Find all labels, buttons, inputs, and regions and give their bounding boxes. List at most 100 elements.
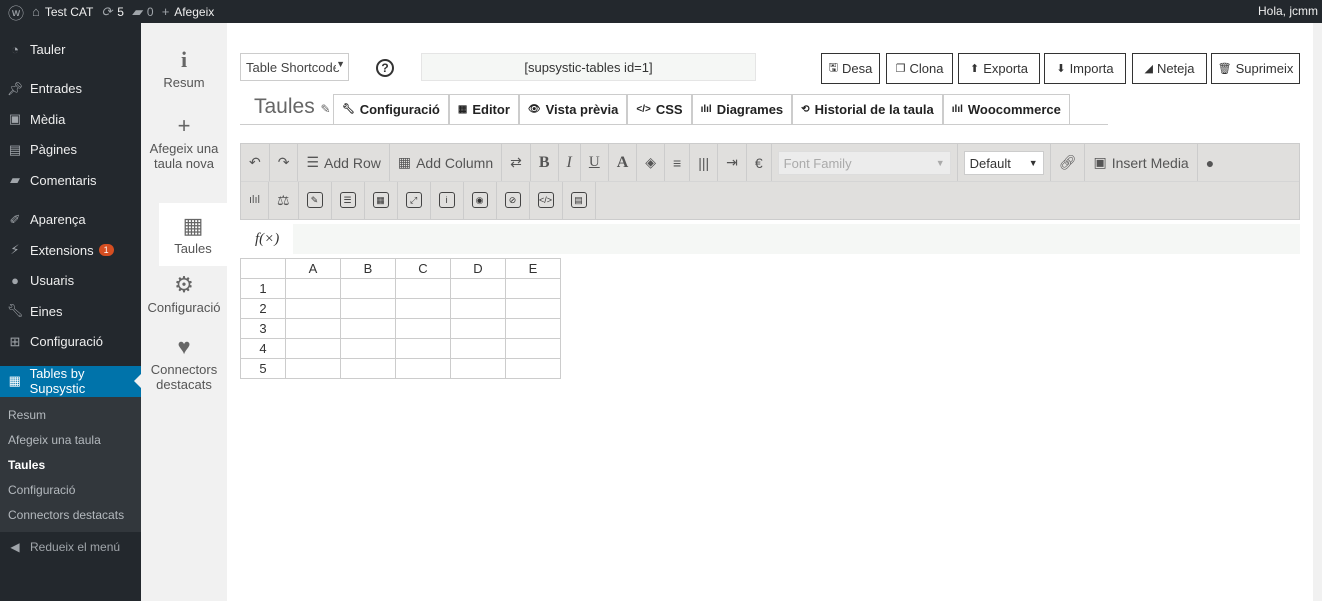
tab-2[interactable]: 👁︎ Vista prèvia <box>518 94 628 124</box>
user-greeting[interactable]: Hola, jcmm <box>1258 4 1318 18</box>
formula-input[interactable] <box>293 224 1300 254</box>
shortcode-select[interactable]: Table Shortcode ▼ <box>240 53 349 81</box>
help-icon[interactable]: ? <box>376 59 394 77</box>
submenu-item[interactable]: Afegeix una taula <box>0 427 141 452</box>
clona-button[interactable]: ❐ Clona <box>886 53 953 84</box>
grid-cell[interactable] <box>505 358 561 379</box>
grid-cell[interactable] <box>450 278 506 299</box>
row-header[interactable]: 4 <box>240 338 286 359</box>
grid-cell[interactable] <box>450 318 506 339</box>
row-header[interactable]: 1 <box>240 278 286 299</box>
sidebar-item-2[interactable]: ▣ Mèdia <box>0 104 141 135</box>
updates-link[interactable]: ⟳ 5 <box>101 4 124 20</box>
grid-cell[interactable] <box>505 298 561 319</box>
sidebar-item-7[interactable]: ● Usuaris <box>0 266 141 297</box>
tab-4[interactable]: ılıl Diagrames <box>691 94 793 124</box>
add-new-link[interactable]: + Afegeix <box>162 4 215 19</box>
bold-button[interactable]: B <box>531 144 559 181</box>
comment-icon[interactable]: ● <box>1198 144 1222 181</box>
tab-3[interactable]: </> CSS <box>627 94 692 124</box>
column-header[interactable]: C <box>395 258 451 279</box>
add-row-button[interactable]: ☰ Add Row <box>298 144 390 181</box>
block-icon[interactable]: ⊘ <box>497 181 530 219</box>
submenu-item[interactable]: Connectors destacats <box>0 502 141 527</box>
grid-cell[interactable] <box>395 338 451 359</box>
edit-icon[interactable]: ✎ <box>299 181 332 219</box>
sidebar-item-4[interactable]: ▰ Comentaris <box>0 165 141 196</box>
plugin-nav-item[interactable]: ♥ Connectors destacats <box>141 328 227 394</box>
comments-link[interactable]: ▰ 0 <box>132 4 154 20</box>
column-header[interactable]: D <box>450 258 506 279</box>
grid-cell[interactable] <box>505 338 561 359</box>
row-header[interactable]: 2 <box>240 298 286 319</box>
importa-button[interactable]: ⬇ Importa <box>1044 53 1126 84</box>
shortcode-field[interactable]: [supsystic-tables id=1] <box>421 53 756 81</box>
grid-cell[interactable] <box>285 298 341 319</box>
submenu-item[interactable]: Taules <box>0 452 141 477</box>
tab-6[interactable]: ılıl Woocommerce <box>942 94 1070 124</box>
sidebar-item-3[interactable]: ▤ Pàgines <box>0 135 141 166</box>
grid-cell[interactable] <box>285 358 341 379</box>
submenu-item[interactable]: Resum <box>0 402 141 427</box>
resize-icon[interactable]: ⤢ <box>398 181 431 219</box>
underline-button[interactable]: U <box>581 144 609 181</box>
link-icon[interactable]: 🔗︎ <box>1051 144 1086 181</box>
sidebar-item-8[interactable]: 🔧︎ Eines <box>0 296 141 327</box>
insert-media-button[interactable]: ▣ Insert Media <box>1085 144 1198 181</box>
plugin-nav-item[interactable]: i Resum <box>141 41 227 107</box>
sidebar-item-6[interactable]: ⚡︎ Extensions 1 <box>0 235 141 266</box>
grid-cell[interactable] <box>450 358 506 379</box>
wrap-text-icon[interactable]: ⇥ <box>718 144 747 181</box>
plugin-nav-item[interactable]: ⚙ Configuració <box>141 266 227 328</box>
tab-1[interactable]: ▦ Editor <box>448 94 519 124</box>
align-icon[interactable]: ≡ <box>665 144 691 181</box>
redo-button[interactable]: ↷ <box>270 144 299 181</box>
text-color-button[interactable]: A <box>609 144 638 181</box>
tab-5[interactable]: ⟲ Historial de la taula <box>792 94 943 124</box>
font-size-select[interactable]: Default ▼ <box>963 150 1044 175</box>
submenu-item[interactable]: Configuració <box>0 477 141 502</box>
swap-icon[interactable]: ⇄ <box>502 144 531 181</box>
grid-cell[interactable] <box>340 278 396 299</box>
suprimeix-button[interactable]: 🗑︎ Suprimeix <box>1211 53 1300 84</box>
neteja-button[interactable]: ◢ Neteja <box>1132 53 1207 84</box>
sidebar-item-10[interactable]: ▦ Tables by Supsystic <box>0 366 141 397</box>
sidebar-item-1[interactable]: 📌︎ Entrades <box>0 74 141 105</box>
sidebar-item-5[interactable]: ✐ Aparença <box>0 205 141 236</box>
grid-cell[interactable] <box>395 298 451 319</box>
exporta-button[interactable]: ⬆ Exporta <box>958 53 1040 84</box>
column-header[interactable]: A <box>285 258 341 279</box>
calendar-icon[interactable]: ▦ <box>365 181 398 219</box>
grid-cell[interactable] <box>395 358 451 379</box>
list-icon[interactable]: ☰ <box>332 181 365 219</box>
grid-cell[interactable] <box>340 358 396 379</box>
grid-cell[interactable] <box>505 278 561 299</box>
grid-cell[interactable] <box>395 318 451 339</box>
column-header[interactable]: B <box>340 258 396 279</box>
collapse-menu-button[interactable]: ◀ Redueix el menú <box>0 532 141 563</box>
grid-cell[interactable] <box>450 298 506 319</box>
sidebar-item-0[interactable]: ◔ Tauler <box>0 34 141 65</box>
grid-cell[interactable] <box>285 318 341 339</box>
grid-cell[interactable] <box>285 278 341 299</box>
chart-icon[interactable]: ılıl <box>241 181 269 219</box>
add-column-button[interactable]: ▦ Add Column <box>390 144 503 181</box>
row-header[interactable]: 5 <box>240 358 286 379</box>
tab-0[interactable]: 🔧︎ Configuració <box>333 94 449 124</box>
edit-pencil-icon[interactable]: ✎ <box>321 102 331 116</box>
code-icon[interactable]: </> <box>530 181 563 219</box>
hide-icon[interactable]: ◉ <box>464 181 497 219</box>
row-header[interactable]: 3 <box>240 318 286 339</box>
italic-button[interactable]: I <box>559 144 581 181</box>
grid-cell[interactable] <box>340 338 396 359</box>
grid-cell[interactable] <box>505 318 561 339</box>
grid-cell[interactable] <box>450 338 506 359</box>
column-header[interactable]: E <box>505 258 561 279</box>
grid-cell[interactable] <box>285 338 341 359</box>
currency-button[interactable]: € <box>747 144 772 181</box>
plugin-nav-item[interactable]: + Afegeix una taula nova <box>141 107 227 203</box>
grid-cell[interactable] <box>395 278 451 299</box>
grid-cell[interactable] <box>340 318 396 339</box>
scales-icon[interactable]: ⚖ <box>269 181 299 219</box>
site-link[interactable]: ⌂ Test CAT <box>32 4 93 19</box>
